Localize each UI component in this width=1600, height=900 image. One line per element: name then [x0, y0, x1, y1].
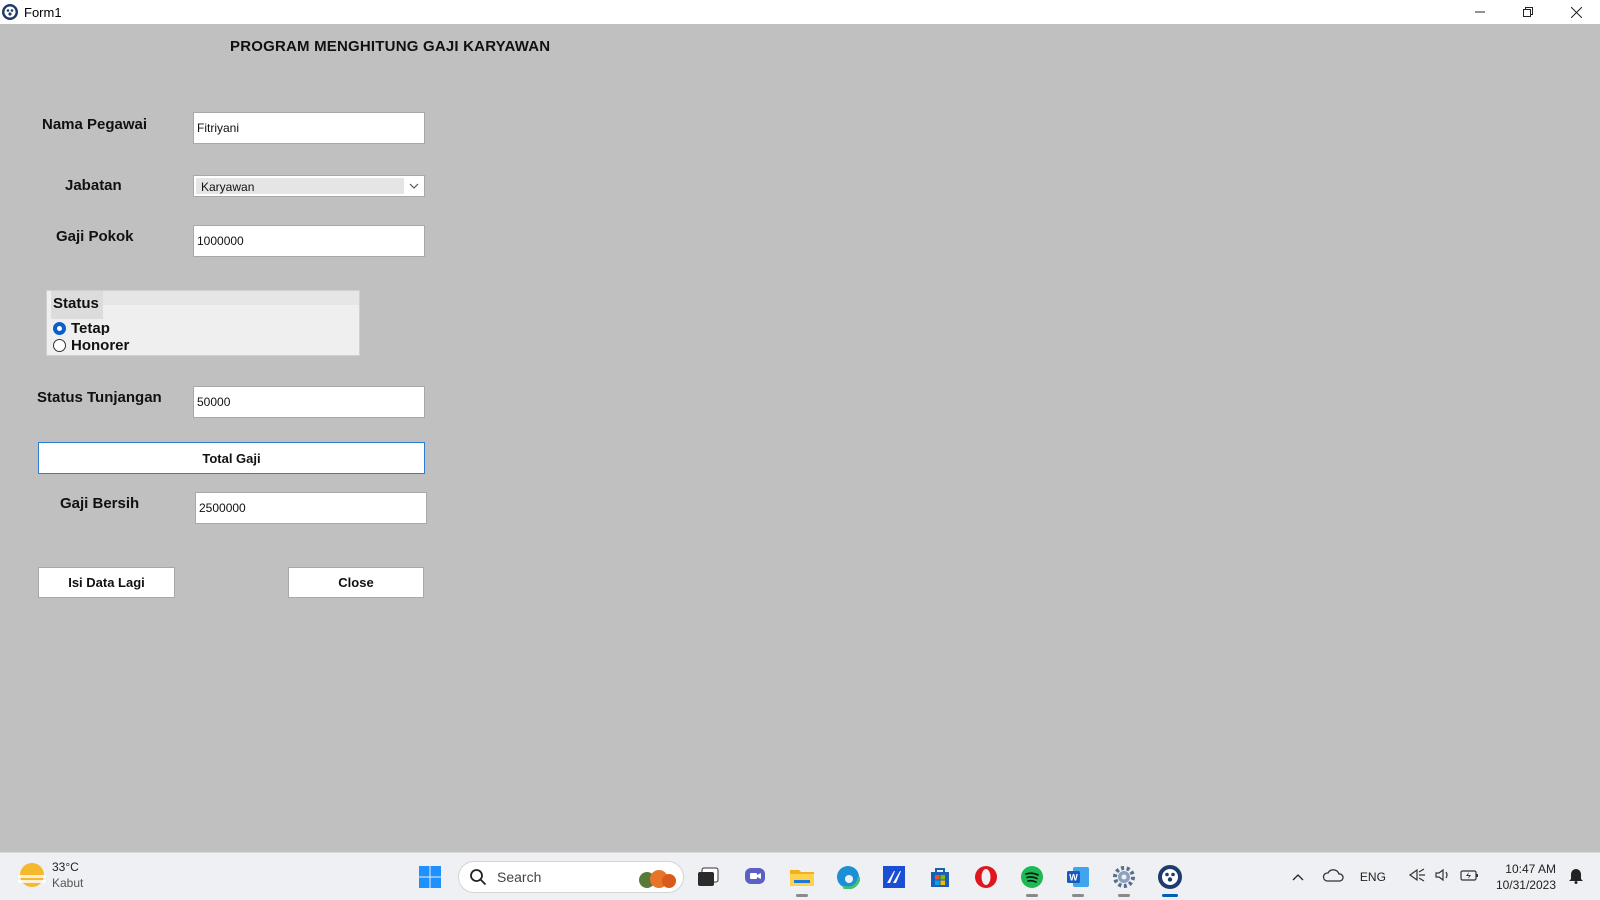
form-body: PROGRAM MENGHITUNG GAJI KARYAWAN Nama Pe…: [0, 24, 1600, 852]
app-icon: [2, 4, 18, 20]
minimize-icon: [1475, 11, 1485, 13]
form-heading: PROGRAM MENGHITUNG GAJI KARYAWAN: [230, 38, 551, 55]
minimize-button[interactable]: [1456, 0, 1504, 24]
battery-icon[interactable]: [1460, 867, 1482, 888]
edge-browser-icon[interactable]: [834, 863, 862, 891]
taskbar-search[interactable]: Search: [458, 861, 684, 893]
task-view-icon[interactable]: [694, 863, 722, 891]
taskbar: 33°C Kabut Search W ENG 10:47 AM 10/31/2…: [0, 852, 1600, 900]
radio-tetap[interactable]: Tetap: [53, 321, 110, 335]
spotify-icon[interactable]: [1018, 863, 1046, 897]
radio-honorer-label: Honorer: [71, 337, 130, 354]
form-app-icon[interactable]: [1156, 863, 1184, 897]
close-button[interactable]: Close: [288, 567, 424, 598]
notification-bell-icon[interactable]: [1568, 866, 1588, 889]
clock-date: 10/31/2023: [1495, 878, 1556, 892]
svg-text:W: W: [1069, 873, 1078, 883]
clock-time: 10:47 AM: [1505, 862, 1556, 876]
jabatan-selected-value: Karyawan: [196, 178, 404, 194]
file-explorer-icon[interactable]: [788, 863, 816, 897]
search-placeholder: Search: [497, 869, 542, 885]
total-gaji-button[interactable]: Total Gaji: [38, 442, 425, 474]
nama-pegawai-input[interactable]: [193, 112, 425, 144]
radio-tetap-indicator[interactable]: [53, 321, 66, 335]
opera-browser-icon[interactable]: [972, 863, 1000, 891]
status-tunjangan-label: Status Tunjangan: [37, 389, 162, 406]
gaji-bersih-label: Gaji Bersih: [60, 495, 140, 512]
nama-pegawai-label: Nama Pegawai: [42, 116, 148, 133]
onedrive-icon[interactable]: [1322, 867, 1344, 888]
close-window-button[interactable]: [1552, 0, 1600, 24]
microsoft-store-icon[interactable]: [926, 863, 954, 891]
status-tunjangan-input[interactable]: [193, 386, 425, 418]
window-title: Form1: [24, 4, 62, 20]
search-icon: [470, 869, 487, 886]
status-groupbox: Status Tetap Honorer: [46, 290, 360, 356]
chevron-up-icon[interactable]: [1288, 873, 1308, 881]
restore-button[interactable]: [1504, 0, 1552, 24]
language-indicator[interactable]: ENG: [1360, 870, 1386, 884]
radio-tetap-label: Tetap: [71, 321, 110, 335]
gaji-pokok-label: Gaji Pokok: [56, 228, 134, 245]
network-icon[interactable]: [1408, 867, 1428, 888]
visual-studio-icon[interactable]: [880, 863, 908, 891]
weather-condition: Kabut: [52, 876, 84, 890]
gaji-bersih-input[interactable]: [195, 492, 427, 524]
radio-honorer[interactable]: Honorer: [53, 337, 129, 354]
chevron-down-icon: [407, 179, 421, 193]
gaji-pokok-input[interactable]: [193, 225, 425, 257]
weather-widget[interactable]: 33°C Kabut: [18, 859, 84, 891]
windows-start-icon[interactable]: [416, 863, 444, 891]
teams-chat-icon[interactable]: [742, 863, 770, 891]
jabatan-label: Jabatan: [65, 177, 122, 194]
clock[interactable]: 10:47 AM 10/31/2023: [1496, 861, 1556, 893]
isi-data-lagi-button[interactable]: Isi Data Lagi: [38, 567, 175, 598]
settings-icon[interactable]: [1110, 863, 1138, 897]
weather-icon: [18, 863, 46, 887]
restore-icon: [1523, 7, 1533, 17]
radio-honorer-indicator[interactable]: [53, 339, 66, 352]
word-icon[interactable]: W: [1064, 863, 1092, 897]
search-highlight-icon: [639, 870, 676, 888]
close-icon: [1570, 6, 1582, 18]
volume-icon[interactable]: [1434, 867, 1454, 888]
jabatan-dropdown[interactable]: Karyawan: [193, 175, 425, 197]
status-group-legend: Status: [51, 291, 103, 319]
weather-temp: 33°C: [52, 860, 79, 874]
window-titlebar: Form1: [0, 0, 1600, 24]
